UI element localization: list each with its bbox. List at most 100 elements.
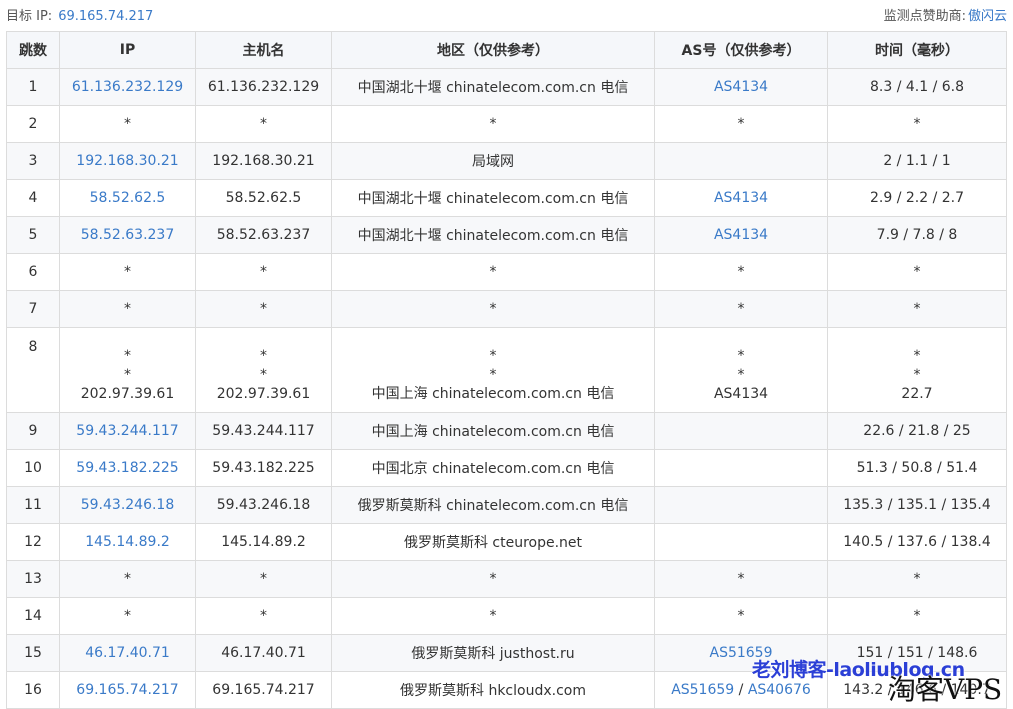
hop-region-line: * xyxy=(489,367,497,383)
hop-region: 俄罗斯莫斯科 hkcloudx.com xyxy=(331,671,655,709)
hop-as-line: * xyxy=(737,367,745,383)
hop-ip-line: * xyxy=(124,367,131,383)
table-row: 3 192.168.30.21 192.168.30.21 局域网 2 / 1.1 / … xyxy=(6,142,1007,180)
hop-as: * xyxy=(737,608,745,624)
hop-number: 2 xyxy=(6,105,60,143)
hop-ip[interactable]: 59.43.246.18 xyxy=(59,486,196,524)
hop-as: * xyxy=(737,264,745,280)
col-header-time: 时间（毫秒） xyxy=(827,31,1007,69)
hop-time-cell: * * 22.7 xyxy=(827,327,1007,413)
top-info-bar: 目标 IP: 69.165.74.217 监测点赞助商: 傲闪云 xyxy=(6,0,1007,28)
hop-as-cell: AS4134 xyxy=(654,68,828,106)
hop-ip: * xyxy=(59,560,196,598)
hop-region: 局域网 xyxy=(331,142,655,180)
table-row: 8 * * 202.97.39.61 * * 202.97.39.61 * * 中国上海 chin… xyxy=(6,327,1007,413)
hop-number: 16 xyxy=(6,671,60,709)
hop-host: 58.52.62.5 xyxy=(195,179,332,217)
hop-number: 12 xyxy=(6,523,60,561)
hop-ip[interactable]: 59.43.182.225 xyxy=(59,449,196,487)
hop-ip: * xyxy=(59,253,196,291)
hop-as[interactable]: AS51659 xyxy=(671,682,734,698)
hop-time: 22.6 / 21.8 / 25 xyxy=(827,412,1007,450)
hop-ip[interactable]: 192.168.30.21 xyxy=(59,142,196,180)
col-header-ip: IP xyxy=(59,31,196,69)
hop-number: 9 xyxy=(6,412,60,450)
hop-region: 俄罗斯莫斯科 cteurope.net xyxy=(331,523,655,561)
hop-region: * xyxy=(331,105,655,143)
hop-as-secondary[interactable]: AS40676 xyxy=(748,682,811,698)
hop-region-line: 中国上海 chinatelecom.com.cn 电信 xyxy=(371,386,615,402)
table-header-row: 跳数 IP 主机名 地区（仅供参考） AS号（仅供参考） 时间（毫秒） xyxy=(6,31,1007,69)
hop-time: 140.5 / 137.6 / 138.4 xyxy=(827,523,1007,561)
col-header-as: AS号（仅供参考） xyxy=(654,31,828,69)
hop-as-cell: * xyxy=(654,560,828,598)
col-header-hop: 跳数 xyxy=(6,31,60,69)
target-info: 目标 IP: 69.165.74.217 xyxy=(6,5,153,24)
sponsor-link[interactable]: 傲闪云 xyxy=(968,9,1007,24)
hop-time: 135.3 / 135.1 / 135.4 xyxy=(827,486,1007,524)
hop-as-line[interactable]: AS4134 xyxy=(656,385,827,404)
hop-host-line: * xyxy=(260,348,267,364)
hop-region: * xyxy=(331,290,655,328)
hop-time: * xyxy=(827,253,1007,291)
target-ip-value: 69.165.74.217 xyxy=(58,8,154,24)
hop-number: 5 xyxy=(6,216,60,254)
hop-host: 69.165.74.217 xyxy=(195,671,332,709)
traceroute-table: 跳数 IP 主机名 地区（仅供参考） AS号（仅供参考） 时间（毫秒） 1 61.… xyxy=(6,31,1007,709)
hop-host: 145.14.89.2 xyxy=(195,523,332,561)
hop-host: 192.168.30.21 xyxy=(195,142,332,180)
hop-host: 59.43.182.225 xyxy=(195,449,332,487)
traceroute-body: 1 61.136.232.129 61.136.232.129 中国湖北十堰 chin… xyxy=(6,68,1007,709)
hop-region: 俄罗斯莫斯科 chinatelecom.com.cn 电信 xyxy=(331,486,655,524)
hop-as-cell: AS4134 xyxy=(654,179,828,217)
sponsor-info: 监测点赞助商: 傲闪云 xyxy=(884,5,1007,24)
hop-number: 8 xyxy=(6,327,60,413)
table-row: 5 58.52.63.237 58.52.63.237 中国湖北十堰 chinatel… xyxy=(6,216,1007,254)
hop-time-line: * xyxy=(913,367,921,383)
hop-host: 59.43.246.18 xyxy=(195,486,332,524)
table-row: 1 61.136.232.129 61.136.232.129 中国湖北十堰 chin… xyxy=(6,68,1007,106)
hop-ip-line[interactable]: 202.97.39.61 xyxy=(61,385,195,404)
hop-number: 15 xyxy=(6,634,60,672)
hop-host: * xyxy=(195,253,332,291)
hop-as-cell: * * AS4134 xyxy=(654,327,828,413)
table-row: 14 * * * * * xyxy=(6,597,1007,635)
hop-as[interactable]: AS4134 xyxy=(714,227,768,243)
hop-region-cell: * * 中国上海 chinatelecom.com.cn 电信 xyxy=(331,327,655,413)
hop-time: * xyxy=(827,105,1007,143)
hop-as[interactable]: AS4134 xyxy=(714,79,768,95)
col-header-host: 主机名 xyxy=(195,31,332,69)
hop-as: * xyxy=(737,116,745,132)
hop-as[interactable]: AS4134 xyxy=(714,190,768,206)
hop-ip[interactable]: 61.136.232.129 xyxy=(59,68,196,106)
hop-ip[interactable]: 58.52.62.5 xyxy=(59,179,196,217)
table-row: 12 145.14.89.2 145.14.89.2 俄罗斯莫斯科 cteurope.… xyxy=(6,523,1007,561)
hop-as-cell xyxy=(654,142,828,180)
hop-region: 中国湖北十堰 chinatelecom.com.cn 电信 xyxy=(331,216,655,254)
hop-ip[interactable]: 46.17.40.71 xyxy=(59,634,196,672)
hop-time: 2 / 1.1 / 1 xyxy=(827,142,1007,180)
table-row: 9 59.43.244.117 59.43.244.117 中国上海 chinatel… xyxy=(6,412,1007,450)
hop-number: 14 xyxy=(6,597,60,635)
hop-number: 6 xyxy=(6,253,60,291)
hop-region-line: * xyxy=(489,348,497,364)
hop-ip[interactable]: 58.52.63.237 xyxy=(59,216,196,254)
hop-ip[interactable]: 145.14.89.2 xyxy=(59,523,196,561)
hop-host: 46.17.40.71 xyxy=(195,634,332,672)
hop-ip[interactable]: 69.165.74.217 xyxy=(59,671,196,709)
hop-host: * xyxy=(195,105,332,143)
hop-time-line: 22.7 xyxy=(901,386,933,402)
hop-number: 13 xyxy=(6,560,60,598)
table-row: 4 58.52.62.5 58.52.62.5 中国湖北十堰 chinatelecom… xyxy=(6,179,1007,217)
hop-as-cell: * xyxy=(654,105,828,143)
hop-host: 58.52.63.237 xyxy=(195,216,332,254)
hop-time: 2.9 / 2.2 / 2.7 xyxy=(827,179,1007,217)
hop-ip[interactable]: 59.43.244.117 xyxy=(59,412,196,450)
table-row: 10 59.43.182.225 59.43.182.225 中国北京 chinate… xyxy=(6,449,1007,487)
hop-region: 中国北京 chinatelecom.com.cn 电信 xyxy=(331,449,655,487)
table-row: 2 * * * * * xyxy=(6,105,1007,143)
hop-region: 中国湖北十堰 chinatelecom.com.cn 电信 xyxy=(331,68,655,106)
hop-host: 59.43.244.117 xyxy=(195,412,332,450)
hop-region: * xyxy=(331,560,655,598)
hop-ip: * xyxy=(59,105,196,143)
